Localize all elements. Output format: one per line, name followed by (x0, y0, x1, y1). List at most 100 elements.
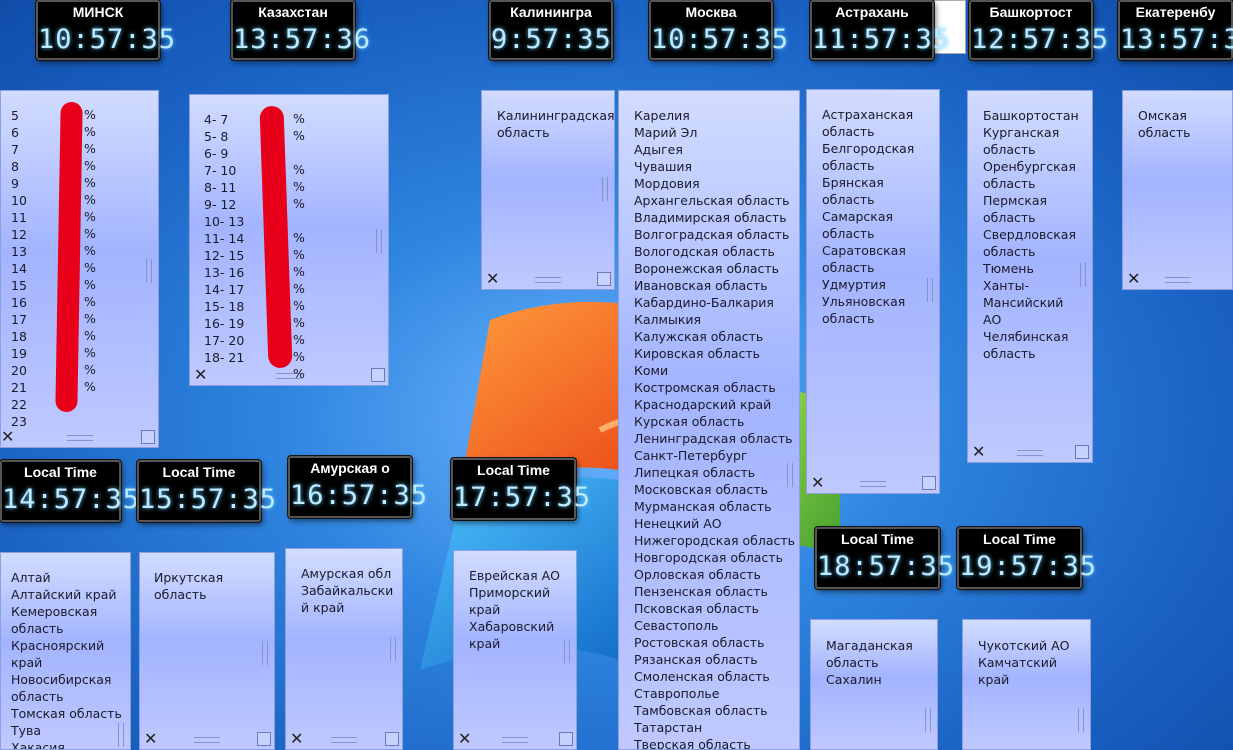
note-lines: Астраханская область Белгородская область Бр… (822, 106, 939, 327)
note-line: Краснодарский край (634, 397, 772, 412)
percent-text: % (84, 345, 96, 360)
note-line: Забайкальски (301, 583, 394, 598)
note-line: Воронежская область (634, 261, 780, 276)
note-kaliningrad[interactable]: Калининградская область ✕ (481, 90, 615, 290)
note-scrollbar[interactable] (602, 177, 608, 201)
note-line: 23 (11, 414, 27, 429)
note-line: область (822, 124, 875, 139)
note-moscow[interactable]: Карелия Марий Эл Адыгея Чувашия Мордовия Арха… (618, 90, 800, 750)
resize-icon[interactable] (597, 272, 611, 286)
note-line: Московская область (634, 482, 768, 497)
close-icon[interactable]: ✕ (1, 429, 14, 445)
clock-title: Астрахань (835, 4, 909, 20)
clock-time: 13:57:36 (233, 24, 372, 55)
note-line: Калужская область (634, 329, 764, 344)
clock-time: 19:57:35 (959, 551, 1098, 582)
note-chukotka[interactable]: Чукотский АО Камчатский край (962, 619, 1091, 750)
note-line: Магаданская (826, 638, 913, 653)
note-line: Мансийский (983, 295, 1064, 310)
clock-yekaterinburg: Екатеренбу 13:57:35 (1118, 0, 1233, 60)
note-irkutsk[interactable]: Иркутская область ✕ (139, 552, 275, 750)
clock-local-2: Local Time 15:57:35 (137, 460, 276, 522)
note-line: Калмыкия (634, 312, 702, 327)
note-line: Тверская область (634, 737, 751, 750)
note-line: область (822, 158, 875, 173)
resize-icon[interactable] (1075, 445, 1089, 459)
note-line: Нижегородская область (634, 533, 796, 548)
close-icon[interactable]: ✕ (1127, 271, 1140, 287)
note-scrollbar[interactable] (564, 639, 570, 663)
note-line: область (983, 142, 1036, 157)
clock-bashkortostan: Башкортост 12:57:35 (969, 0, 1108, 60)
note-line: Новосибирская (11, 672, 112, 687)
note-line: Ивановская область (634, 278, 768, 293)
resize-icon[interactable] (559, 732, 573, 746)
note-magadan[interactable]: Магаданская область Сахалин (810, 619, 938, 750)
note-lines: Башкортостан Курганская область Оренбургска… (983, 107, 1092, 362)
clock-time: 17:57:35 (453, 482, 592, 513)
close-icon[interactable]: ✕ (486, 271, 499, 287)
close-icon[interactable]: ✕ (458, 731, 471, 747)
close-icon[interactable]: ✕ (811, 475, 824, 491)
clock-title: Москва (685, 4, 737, 20)
note-scrollbar[interactable] (390, 637, 396, 661)
note-scrollbar[interactable] (1080, 263, 1086, 287)
note-line: область (983, 210, 1036, 225)
resize-icon[interactable] (922, 476, 936, 490)
percent-text: % (84, 124, 96, 139)
note-scrollbar[interactable] (146, 259, 152, 283)
note-scrollbar[interactable] (376, 229, 382, 253)
note-line: край (11, 655, 43, 670)
note-line: Саратовская (822, 243, 906, 258)
note-altai[interactable]: Алтай Алтайский край Кемеровская область Кра… (0, 552, 131, 750)
note-line: Томская область (11, 706, 122, 721)
note-grip[interactable] (1164, 277, 1191, 283)
note-bashkortostan[interactable]: Башкортостан Курганская область Оренбургска… (967, 90, 1093, 463)
note-grip[interactable] (502, 737, 528, 743)
note-line: Ненецкий АО (634, 516, 722, 531)
note-omsk[interactable]: Омская область ✕ (1122, 90, 1233, 290)
note-line: Ханты- (983, 278, 1030, 293)
note-amur[interactable]: Амурская обл Забайкальски й край ✕ (285, 548, 403, 750)
note-grip[interactable] (194, 737, 220, 743)
note-scrollbar[interactable] (787, 463, 793, 487)
note-line: область (983, 244, 1036, 259)
close-icon[interactable]: ✕ (144, 731, 157, 747)
resize-icon[interactable] (371, 368, 385, 382)
resize-icon[interactable] (141, 430, 155, 444)
note-scrollbar[interactable] (927, 278, 933, 302)
percent-text: % (293, 298, 305, 313)
note-scrollbar[interactable] (118, 723, 124, 747)
resize-icon[interactable] (257, 732, 271, 746)
note-line: Алтайский край (11, 587, 117, 602)
note-grip[interactable] (1017, 450, 1043, 456)
note-lines: Омская область (1138, 107, 1232, 141)
note-scrollbar[interactable] (925, 708, 931, 732)
note-line: Тамбовская область (634, 703, 768, 718)
note-line: Кабардино-Балкария (634, 295, 774, 310)
note-grip[interactable] (66, 435, 93, 441)
resize-icon[interactable] (385, 732, 399, 746)
note-grip[interactable] (860, 481, 886, 487)
note-line: Ростовская область (634, 635, 765, 650)
clock-title: Казахстан (258, 4, 328, 20)
note-jewish-ao[interactable]: Еврейская АО Приморский край Хабаровский кра… (453, 550, 577, 750)
percent-text: % (293, 315, 305, 330)
note-scrollbar[interactable] (1078, 708, 1084, 732)
close-icon[interactable]: ✕ (194, 367, 207, 383)
note-scrollbar[interactable] (262, 641, 268, 665)
note-line: Тюмень (983, 261, 1034, 276)
percent-text: % (293, 196, 305, 211)
note-grip[interactable] (535, 277, 561, 283)
note-lines: Иркутская область (154, 569, 274, 603)
clock-time: 13:57:35 (1120, 24, 1233, 55)
note-grip[interactable] (331, 737, 357, 743)
clock-title: Local Time (162, 464, 236, 480)
clock-title: Local Time (477, 462, 550, 478)
note-line: Архангельская область (634, 193, 790, 208)
note-line: Карелия (634, 108, 690, 123)
close-icon[interactable]: ✕ (290, 731, 303, 747)
note-astrakhan[interactable]: Астраханская область Белгородская область Бр… (806, 89, 940, 494)
close-icon[interactable]: ✕ (972, 444, 985, 460)
clock-time: 10:57:35 (38, 24, 177, 55)
